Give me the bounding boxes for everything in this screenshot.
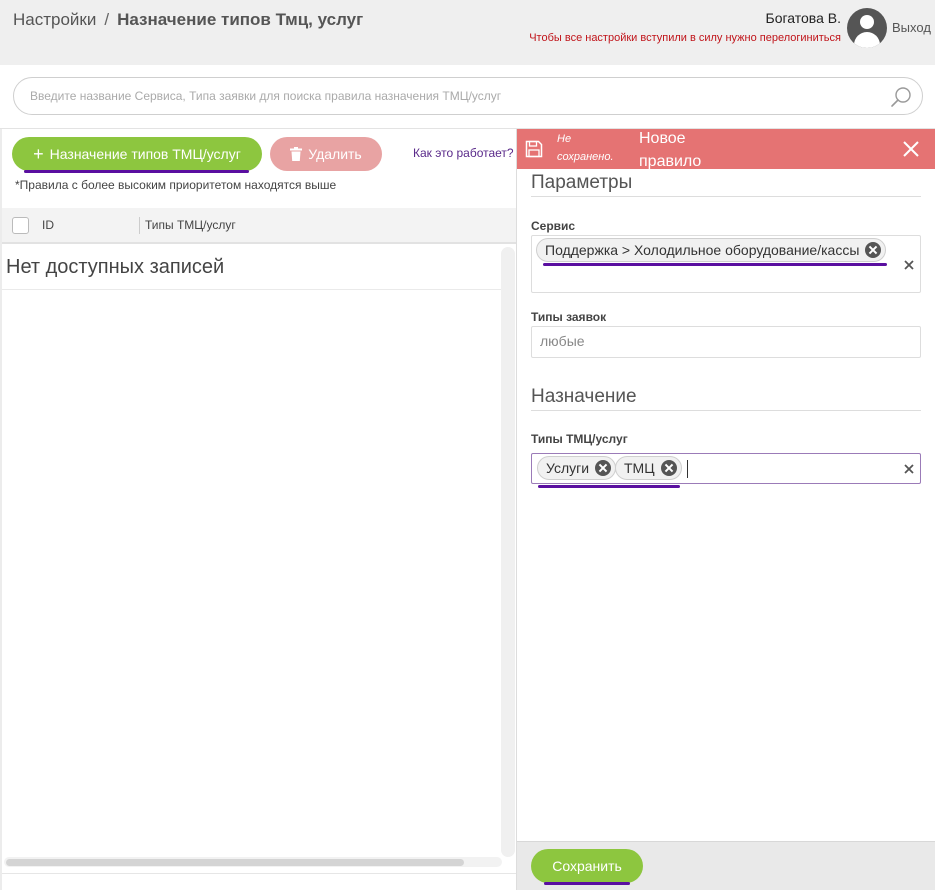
text-caret <box>687 460 688 478</box>
search-icon[interactable] <box>890 86 912 108</box>
vertical-scrollbar[interactable] <box>501 247 515 857</box>
section-title-params: Параметры <box>531 172 633 193</box>
section-title-assignment: Назначение <box>531 386 637 407</box>
add-rule-button[interactable]: + Назначение типов ТМЦ/услуг <box>12 137 262 171</box>
top-bar: Настройки / Назначение типов Тмц, услуг Бо… <box>0 0 935 65</box>
add-rule-label: Назначение типов ТМЦ/услуг <box>49 146 241 162</box>
empty-state-text: Нет доступных записей <box>6 256 225 278</box>
save-button-underline <box>544 882 630 885</box>
help-link[interactable]: Как это работает? <box>413 146 514 160</box>
column-divider[interactable] <box>139 217 140 234</box>
section-divider <box>531 410 921 411</box>
item-type-chip: ТМЦ <box>615 456 682 480</box>
search-box <box>13 77 923 115</box>
service-chip: Поддержка > Холодильное оборудование/кас… <box>536 238 887 262</box>
remove-chip-icon[interactable] <box>660 460 677 476</box>
request-types-label: Типы заявок <box>531 310 607 324</box>
rule-editor-panel: Не сохранено. Новое правило Параметры Се… <box>516 129 935 890</box>
search-band <box>0 65 935 129</box>
avatar-head-shape <box>860 15 874 29</box>
delete-button[interactable]: Удалить <box>270 137 382 171</box>
clear-icon[interactable] <box>902 462 916 476</box>
table-bottom-divider <box>2 873 516 874</box>
trash-icon <box>290 147 303 161</box>
save-button[interactable]: Сохранить <box>531 849 643 883</box>
clear-icon[interactable] <box>902 258 916 272</box>
section-divider <box>531 196 921 197</box>
priority-hint: *Правила с более высоким приоритетом нах… <box>15 178 337 192</box>
request-types-field[interactable]: любые <box>531 326 921 358</box>
editor-header: Не сохранено. Новое правило <box>517 129 935 170</box>
close-icon[interactable] <box>900 138 922 160</box>
floppy-disk-icon <box>525 140 543 158</box>
column-header-id[interactable]: ID <box>42 218 54 232</box>
logout-link[interactable]: Выход <box>892 20 931 35</box>
table-header: ID Типы ТМЦ/услуг <box>2 208 516 244</box>
remove-chip-icon[interactable] <box>595 460 612 476</box>
user-name: Богатова В. <box>765 10 841 26</box>
row-divider <box>2 289 502 290</box>
item-types-underline <box>538 485 680 488</box>
breadcrumb-root[interactable]: Настройки <box>13 10 96 29</box>
item-type-chip: Услуги <box>537 456 617 480</box>
delete-label: Удалить <box>308 146 362 162</box>
page-title: Назначение типов Тмц, услуг <box>117 10 364 29</box>
relogin-notice: Чтобы все настройки вступили в силу нужн… <box>529 32 841 44</box>
service-chip-label: Поддержка > Холодильное оборудование/кас… <box>545 242 860 258</box>
breadcrumb-separator: / <box>104 10 110 29</box>
avatar-body-shape <box>854 32 880 48</box>
item-type-chip-label: ТМЦ <box>624 460 655 476</box>
breadcrumb: Настройки / Назначение типов Тмц, услуг <box>13 10 363 30</box>
request-types-value: любые <box>540 333 585 349</box>
add-button-underline <box>24 170 249 173</box>
plus-icon: + <box>33 144 44 164</box>
service-chip-underline <box>543 263 887 266</box>
column-header-types[interactable]: Типы ТМЦ/услуг <box>145 218 236 232</box>
item-types-field[interactable]: Услуги ТМЦ <box>531 453 921 484</box>
service-label: Сервис <box>531 219 576 233</box>
editor-title: Новое правило <box>639 130 702 170</box>
item-types-label: Типы ТМЦ/услуг <box>531 432 628 446</box>
rules-list-panel: + Назначение типов ТМЦ/услуг Удалить Как… <box>0 129 516 890</box>
search-input[interactable] <box>30 78 880 114</box>
select-all-checkbox[interactable] <box>12 217 29 234</box>
horizontal-scrollbar-thumb[interactable] <box>6 859 464 866</box>
avatar[interactable] <box>847 8 887 48</box>
editor-footer: Сохранить <box>517 841 935 890</box>
remove-chip-icon[interactable] <box>865 242 882 258</box>
item-type-chip-label: Услуги <box>546 460 590 476</box>
unsaved-status: Не сохранено. <box>557 133 614 163</box>
